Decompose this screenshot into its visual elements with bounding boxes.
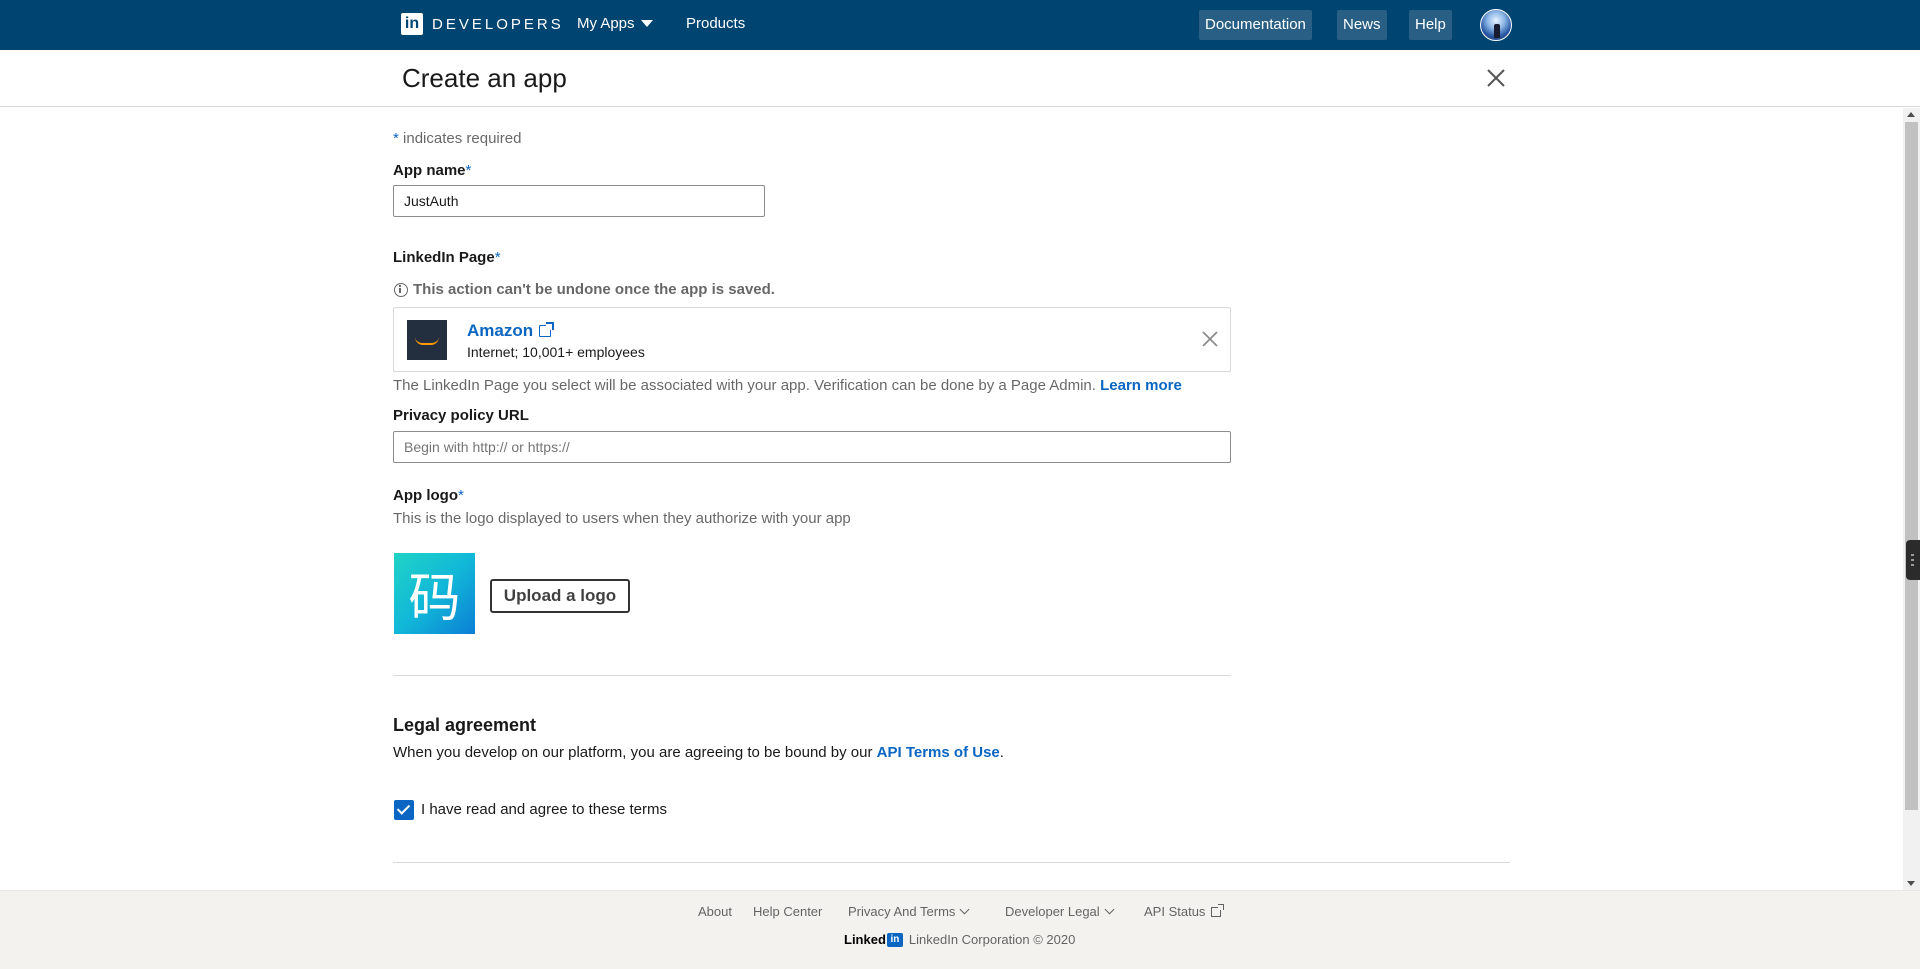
scrollbar-thumb[interactable]: [1905, 122, 1918, 810]
documentation-link[interactable]: Documentation: [1199, 10, 1312, 40]
top-navigation: in DEVELOPERS My Apps Products Documenta…: [0, 0, 1920, 50]
app-logo-label: App logo*: [393, 487, 464, 504]
chevron-down-icon: [1104, 904, 1115, 915]
logo-glyph: 码: [408, 569, 461, 629]
required-asterisk: *: [494, 249, 501, 266]
scrollbar[interactable]: [1903, 108, 1920, 890]
required-note-text: indicates required: [403, 130, 522, 147]
selected-page-card: Amazon Internet; 10,001+ employees: [393, 307, 1231, 372]
news-link[interactable]: News: [1337, 10, 1387, 40]
help-link[interactable]: Help: [1409, 10, 1452, 40]
footer: About Help Center Privacy And Terms Deve…: [0, 890, 1920, 969]
avatar[interactable]: [1480, 9, 1512, 41]
required-asterisk: *: [457, 487, 464, 504]
amazon-smile-icon: [415, 337, 439, 345]
app-name-input[interactable]: JustAuth: [393, 185, 765, 217]
linkedin-page-label: LinkedIn Page*: [393, 249, 501, 266]
learn-more-link[interactable]: Learn more: [1100, 377, 1182, 394]
legal-text-suffix: .: [999, 744, 1004, 761]
app-logo-helper: This is the logo displayed to users when…: [393, 510, 851, 527]
brand-text: DEVELOPERS: [432, 15, 564, 33]
chevron-down-icon: [959, 904, 970, 915]
company-logo: [407, 320, 447, 360]
required-note: * indicates required: [393, 130, 521, 147]
app-name-label: App name*: [393, 162, 471, 179]
legal-text: When you develop on our platform, you ar…: [393, 744, 1004, 761]
company-meta: Internet; 10,001+ employees: [467, 344, 645, 360]
my-apps-menu[interactable]: My Apps: [577, 15, 653, 32]
linkedin-wordmark: Linked: [844, 932, 886, 947]
linkedin-logo-icon: in: [401, 13, 423, 35]
footer-privacy-terms-menu[interactable]: Privacy And Terms: [848, 904, 970, 919]
page-helper: The LinkedIn Page you select will be ass…: [393, 377, 1182, 394]
external-link-icon: [539, 322, 555, 337]
external-link-icon: [1211, 903, 1225, 917]
scroll-down-icon[interactable]: [1907, 881, 1915, 886]
linkedin-in-icon: in: [886, 932, 903, 947]
company-name: Amazon: [467, 321, 534, 340]
page-warning: This action can't be undone once the app…: [394, 281, 775, 298]
developers-logo[interactable]: in DEVELOPERS: [401, 13, 564, 35]
footer-api-status-link[interactable]: API Status: [1144, 903, 1225, 919]
app-logo-label-text: App logo: [393, 487, 458, 504]
footer-help-center-link[interactable]: Help Center: [753, 904, 822, 919]
modal-header: Create an app: [0, 50, 1920, 107]
side-panel-handle[interactable]: [1906, 540, 1920, 580]
footer-developer-legal-menu[interactable]: Developer Legal: [1005, 904, 1115, 919]
remove-page-icon[interactable]: [1200, 329, 1220, 349]
avatar-figure: [1494, 24, 1500, 38]
divider: [393, 862, 1510, 863]
create-app-form: * indicates required App name* JustAuth …: [0, 108, 1920, 890]
developer-legal-label: Developer Legal: [1005, 904, 1100, 919]
scroll-up-icon[interactable]: [1907, 112, 1915, 117]
copyright-text: LinkedIn Corporation © 2020: [908, 932, 1076, 947]
app-logo-preview: 码: [394, 553, 475, 634]
checkmark-icon: [396, 801, 411, 815]
footer-about-link[interactable]: About: [698, 904, 732, 919]
company-name-link[interactable]: Amazon: [467, 321, 555, 341]
agree-terms-label[interactable]: I have read and agree to these terms: [421, 801, 667, 818]
privacy-terms-label: Privacy And Terms: [848, 904, 956, 919]
divider: [393, 675, 1231, 676]
page-warning-text: This action can't be undone once the app…: [413, 281, 775, 298]
required-asterisk: *: [393, 130, 399, 147]
linkedin-page-label-text: LinkedIn Page: [393, 249, 495, 266]
required-asterisk: *: [465, 162, 472, 179]
app-name-label-text: App name: [393, 162, 466, 179]
caret-down-icon: [640, 20, 653, 27]
legal-heading: Legal agreement: [393, 715, 537, 735]
info-icon: [394, 282, 408, 297]
api-terms-link[interactable]: API Terms of Use: [877, 744, 1000, 761]
api-status-label: API Status: [1144, 904, 1206, 919]
products-link[interactable]: Products: [686, 15, 745, 32]
close-icon[interactable]: [1484, 66, 1508, 90]
page-helper-text: The LinkedIn Page you select will be ass…: [393, 377, 1096, 394]
privacy-policy-input[interactable]: Begin with http:// or https://: [393, 431, 1231, 463]
legal-text-prefix: When you develop on our platform, you ar…: [393, 744, 873, 761]
my-apps-label: My Apps: [577, 15, 635, 32]
footer-copyright: Linked in LinkedIn Corporation © 2020: [844, 932, 1075, 947]
page-title: Create an app: [402, 63, 567, 93]
upload-logo-button[interactable]: Upload a logo: [490, 579, 630, 613]
agree-terms-checkbox[interactable]: [394, 800, 414, 820]
privacy-policy-label: Privacy policy URL: [393, 407, 529, 424]
